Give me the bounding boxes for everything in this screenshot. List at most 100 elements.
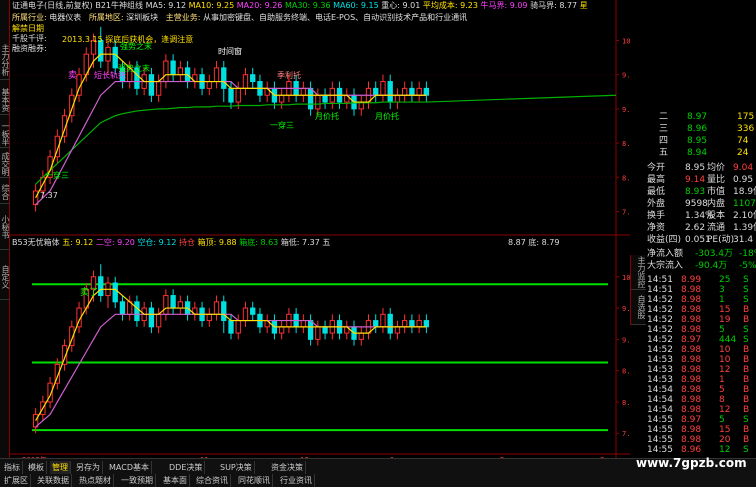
stat-k2-6: PE(动) [707, 235, 735, 245]
flow-row-0: 净流入额 -303.4万 -18% [645, 249, 756, 260]
bottom-tab-0[interactable]: 指标 [2, 461, 23, 474]
lower-candle-body-19 [170, 295, 176, 309]
indicator-top: 箱顶: 9.88 [197, 238, 237, 247]
ma5-value: MA5: 9.12 [145, 1, 187, 10]
bottom-tab2-2[interactable]: 热点题材 [77, 474, 114, 487]
ob-vol-0: 175 [737, 112, 755, 122]
stats-row-4: 换手1.34%股本2.10亿 [645, 211, 756, 222]
tick-vol-6: 444 [719, 335, 737, 345]
side-tab-2[interactable]: 一板半仓 [0, 120, 10, 148]
lower-candle-body-45 [358, 332, 364, 340]
flow-p-0: -18% [739, 249, 756, 259]
lower-candle-body-37 [300, 320, 307, 328]
candle-body-34 [278, 94, 285, 103]
upper-ytick-label-4: 8.00 [622, 174, 630, 182]
bottom-tab-4[interactable]: MACD基本 [107, 461, 152, 474]
chart-area[interactable]: 10.00 9.50 9.00 8.50 8.00 7.50 10.00 9.50 9.00 8.… [10, 0, 643, 464]
tag-margin[interactable]: 融资融券: [12, 45, 47, 53]
lower-candle-body-24 [206, 313, 212, 322]
stats-row-2: 最低 8.93市值 18.9亿 [645, 187, 756, 198]
candle-body-39 [315, 94, 321, 110]
bottom-tab-1[interactable]: 模板 [26, 461, 47, 474]
tick-price-6: 8.97 [681, 335, 702, 345]
stat-k2-3: 内盘 [707, 199, 726, 209]
tick-vol-15: 15 [719, 425, 731, 435]
watermark: www.7gpzb.com [636, 456, 747, 470]
side-tab-5[interactable]: 小秘书 [0, 205, 10, 250]
tick-row-10: 14:53 8.98 1 B [645, 375, 756, 385]
tick-dir-13: B [743, 405, 750, 415]
info-line-1: 所属行业: 电器仪表 所属地区: 深圳板块 主营业务: 从事加密键盘、自助服务终… [12, 13, 468, 22]
tick-row-8: 14:53 8.98 10 B [645, 355, 756, 365]
tick-vol-3: 15 [719, 305, 731, 315]
bottom-tab2-5[interactable]: 综合资讯 [194, 474, 231, 487]
tick-row-16: 14:55 8.98 20 B [645, 435, 756, 445]
indicator-right-1: 8.87 [508, 238, 526, 247]
bottom-tab-3[interactable]: 另存为 [74, 461, 103, 474]
tick-dir-17: S [743, 445, 749, 455]
chart-svg[interactable]: 10.00 9.50 9.00 8.50 8.00 7.50 10.00 9.50 9.00 8.… [10, 0, 643, 464]
stat-k2-2: 市值 [707, 187, 726, 197]
lower-candle-body-51 [402, 320, 408, 328]
tick-row-11: 14:54 8.98 5 B [645, 385, 756, 395]
bottom-tab2-1[interactable]: 关联数据 [35, 474, 72, 487]
tick-vol-8: 10 [719, 355, 731, 365]
indicator-tag: 持仓 [179, 238, 196, 247]
lower-candle-body-9 [98, 276, 104, 297]
bottom-tab-5[interactable]: DDE决策 [167, 461, 206, 474]
stats-row-1: 最高 9.14 量比 0.95 [645, 175, 756, 186]
lower-candle-body-29 [242, 307, 249, 322]
stats-row-6: 收益(四) 0.051 PE(动) 31.4 [645, 235, 756, 246]
order-book-row-0: 二 8.97 175 [645, 112, 756, 123]
bottom-tab2-6[interactable]: 同花顺讯 [236, 474, 273, 487]
upper-ytick-label-3: 8.50 [622, 140, 630, 148]
bottom-tab-6[interactable]: SUP决策 [218, 461, 255, 474]
bottom-tab-2[interactable]: 管理 [50, 461, 71, 474]
bottom-tab2-0[interactable]: 扩展区 [2, 474, 31, 487]
tick-dir-7: B [743, 345, 750, 355]
right-vtab-favorites[interactable]: 自选股 [631, 290, 646, 325]
extra-value: 星 [579, 1, 588, 10]
stat-k1-5: 净资 [647, 223, 666, 233]
tick-time-7: 14:52 [647, 345, 673, 355]
ob-vol-2: 74 [737, 136, 749, 146]
side-tab-4[interactable]: 综合排名 [0, 180, 10, 204]
stat-k1-4: 换手 [647, 211, 666, 221]
side-tab-1[interactable]: 基本资料 [0, 85, 10, 115]
tick-vol-11: 5 [719, 385, 725, 395]
side-tab-3[interactable]: 成交明细 [0, 150, 10, 178]
tick-vol-14: 5 [719, 415, 725, 425]
tick-price-7: 8.98 [681, 345, 702, 355]
stat-v1-1: 9.14 [685, 175, 706, 185]
ob-price-3: 8.94 [687, 148, 708, 158]
bottom-tab2-4[interactable]: 基本面 [161, 474, 190, 487]
side-tab-0[interactable]: 主力分析 [0, 40, 10, 80]
stat-v2-3: 11079 [733, 199, 756, 209]
stat-k1-3: 外盘 [647, 199, 666, 209]
candle-body-25 [213, 67, 220, 83]
ma30-value: MA30: 9.36 [284, 1, 331, 10]
indicator-two: 二空: 9.20 [95, 238, 135, 247]
tick-vol-0: 25 [719, 275, 731, 285]
tick-vol-10: 1 [719, 375, 725, 385]
tick-time-11: 14:54 [647, 385, 673, 395]
tag-unlock-date[interactable]: 解禁日期 [12, 25, 47, 33]
candle-body-52 [409, 87, 415, 96]
tick-time-8: 14:53 [647, 355, 673, 365]
candle-body-53 [416, 87, 422, 96]
right-vtab-monitor[interactable]: 主力监控 [631, 255, 646, 290]
candle-body-37 [300, 87, 307, 96]
bottom-tab2-3[interactable]: 一致预期 [119, 474, 156, 487]
tag-stock-review[interactable]: 千股千评: [12, 35, 47, 43]
tick-vol-9: 12 [719, 365, 731, 375]
tick-row-3: 14:52 8.98 15 B [645, 305, 756, 315]
bottom-tab2-7[interactable]: 行业资讯 [278, 474, 315, 487]
tick-price-14: 8.97 [681, 415, 702, 425]
region-value: 深圳板块 [126, 13, 159, 22]
tick-time-17: 14:55 [647, 445, 673, 455]
tick-time-3: 14:52 [647, 305, 673, 315]
side-tab-6[interactable]: 自定义 [0, 255, 10, 300]
annotation-high-note: 季利托 [277, 71, 301, 80]
bottom-tab-7[interactable]: 资金决策 [269, 461, 306, 474]
tick-time-14: 14:55 [647, 415, 673, 425]
